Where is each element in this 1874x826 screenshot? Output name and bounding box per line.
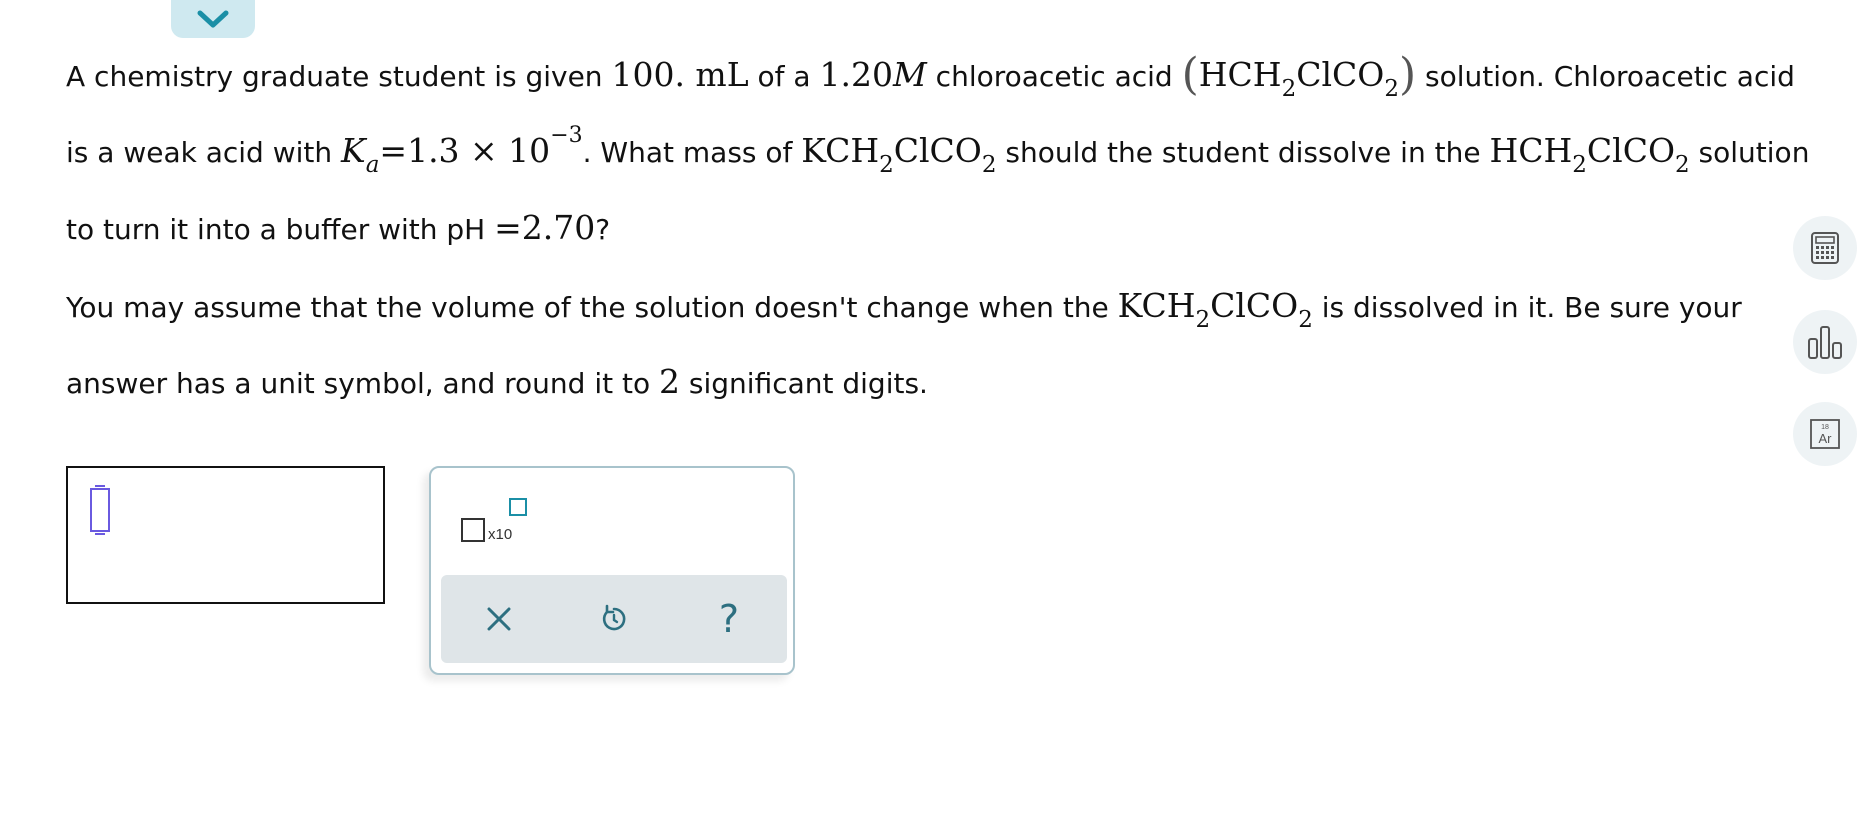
collapse-tab-button[interactable] [171, 0, 255, 38]
question-text: A chemistry graduate student is given 10… [66, 36, 1816, 420]
calculator-icon [1811, 232, 1839, 264]
scientific-notation-button[interactable]: x10 [461, 498, 533, 544]
exponent-placeholder [509, 498, 527, 516]
answer-input[interactable] [66, 466, 385, 604]
base-placeholder [461, 518, 485, 542]
ph-value: =2.70 [494, 208, 596, 247]
concentration-value: 1.20M [819, 55, 927, 94]
ka-expression: Ka=1.3 × 10−3 [341, 123, 583, 178]
significant-digits-value: 2 [659, 362, 680, 401]
math-keypad: x10 ? [429, 466, 795, 675]
chevron-down-icon [197, 10, 229, 28]
input-cursor [90, 485, 110, 535]
help-button[interactable]: ? [699, 589, 759, 649]
close-icon [487, 607, 511, 631]
bar-chart-icon [1808, 326, 1842, 359]
x10-label: x10 [488, 526, 513, 543]
salt-formula-2: KCH2ClCO2 [1117, 286, 1313, 333]
undo-icon [602, 604, 626, 631]
periodic-number: 18 [1821, 424, 1829, 431]
help-icon: ? [718, 597, 740, 641]
keypad-toolbar: ? [441, 575, 787, 663]
salt-formula: KCH2ClCO2 [801, 131, 997, 178]
acid-formula: (HCH2ClCO2) [1181, 49, 1417, 102]
question-paragraph-2: You may assume that the volume of the so… [66, 286, 1742, 401]
periodic-table-icon: 18 Ar [1810, 419, 1840, 449]
clear-button[interactable] [469, 589, 529, 649]
acid-formula-2: HCH2ClCO2 [1489, 131, 1690, 178]
undo-button[interactable] [584, 589, 644, 649]
volume-value: 100. mL [611, 55, 749, 94]
periodic-table-button[interactable]: 18 Ar [1793, 402, 1857, 466]
calculator-button[interactable] [1793, 216, 1857, 280]
periodic-symbol: Ar [1819, 431, 1833, 446]
question-paragraph-1: A chemistry graduate student is given 10… [66, 49, 1810, 247]
data-chart-button[interactable] [1793, 310, 1857, 374]
